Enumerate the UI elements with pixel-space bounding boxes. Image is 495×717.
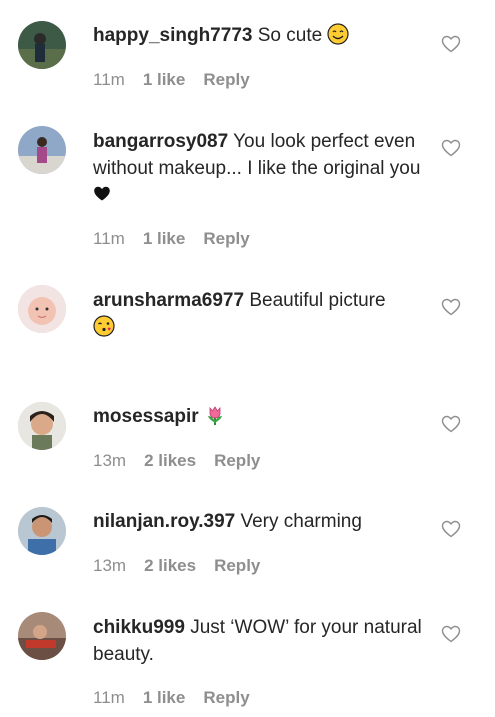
- like-heart-icon[interactable]: [441, 415, 461, 433]
- comment-likes[interactable]: 1 like: [143, 70, 186, 89]
- like-heart-icon[interactable]: [441, 139, 461, 157]
- black-heart-icon: [94, 186, 110, 201]
- comment-text: So cute: [257, 25, 323, 46]
- comment-likes[interactable]: 1 like: [143, 229, 186, 248]
- comment-username[interactable]: chikku999: [93, 617, 185, 638]
- like-heart-icon[interactable]: [441, 520, 461, 538]
- comment-time[interactable]: 11m: [93, 229, 125, 248]
- face-blowing-kiss-icon: [93, 315, 115, 337]
- comment-likes[interactable]: 2 likes: [144, 451, 196, 470]
- comment-text: Very charming: [240, 511, 362, 532]
- reply-button[interactable]: Reply: [203, 688, 249, 707]
- comment-username[interactable]: happy_singh7773: [93, 25, 252, 46]
- like-heart-icon[interactable]: [441, 298, 461, 316]
- avatar[interactable]: [18, 126, 66, 174]
- comment-username[interactable]: arunsharma6977: [93, 290, 244, 311]
- smiling-face-icon: [327, 23, 350, 45]
- comment-text: Beautiful picture: [249, 290, 386, 311]
- reply-button[interactable]: Reply: [214, 556, 260, 575]
- like-heart-icon[interactable]: [441, 625, 461, 643]
- comment-username[interactable]: mosessapir: [93, 406, 199, 427]
- avatar[interactable]: [18, 402, 66, 450]
- comment-username[interactable]: nilanjan.roy.397: [93, 511, 235, 532]
- reply-button[interactable]: Reply: [203, 229, 249, 248]
- comment-time[interactable]: 13m: [93, 451, 126, 470]
- comment-time[interactable]: 11m: [93, 688, 125, 707]
- comment-likes[interactable]: 1 like: [143, 688, 186, 707]
- reply-button[interactable]: Reply: [203, 70, 249, 89]
- comment-time[interactable]: 13m: [93, 556, 126, 575]
- comment-username[interactable]: bangarrosy087: [93, 131, 228, 152]
- tulip-icon: [207, 406, 222, 425]
- reply-button[interactable]: Reply: [214, 451, 260, 470]
- comment-time[interactable]: 11m: [93, 70, 125, 89]
- avatar[interactable]: [18, 612, 66, 660]
- avatar[interactable]: [18, 507, 66, 555]
- avatar[interactable]: [18, 285, 66, 333]
- avatar[interactable]: [18, 21, 66, 69]
- like-heart-icon[interactable]: [441, 35, 461, 53]
- comment-likes[interactable]: 2 likes: [144, 556, 196, 575]
